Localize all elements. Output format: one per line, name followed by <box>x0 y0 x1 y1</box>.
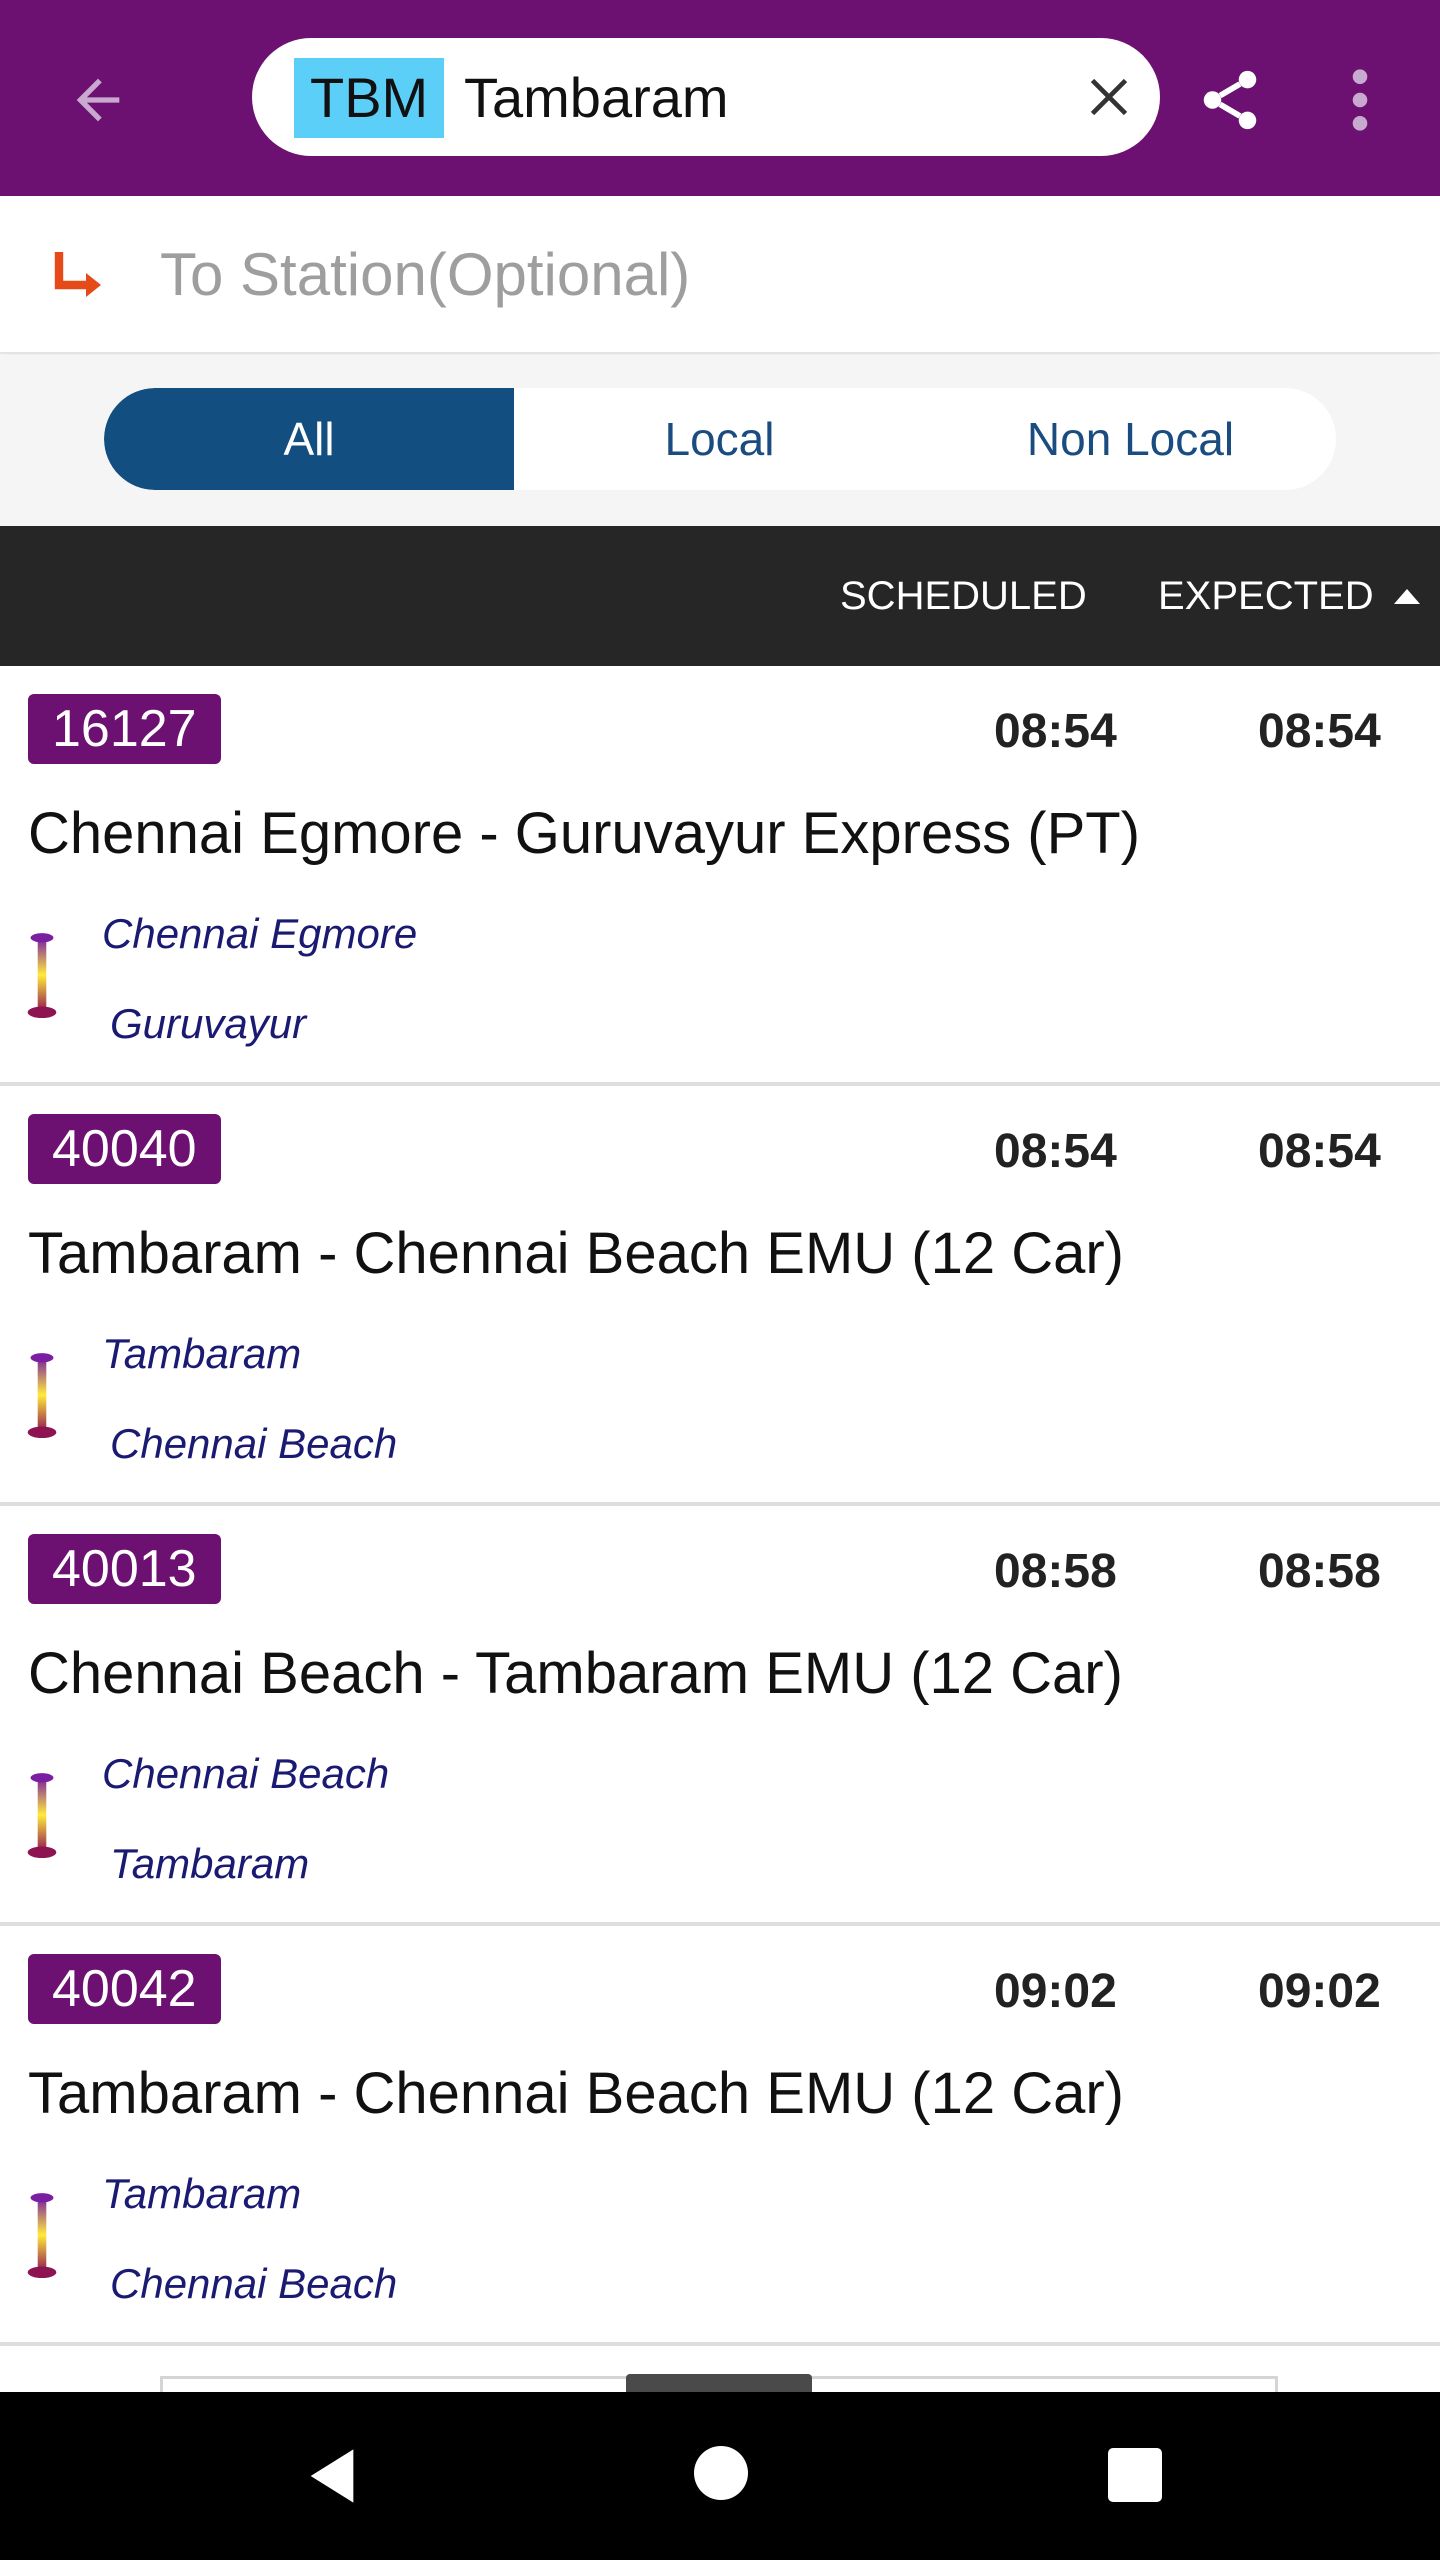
nav-back-icon[interactable] <box>300 2444 364 2508</box>
train-number-badge: 40013 <box>28 1534 221 1604</box>
expected-column-header[interactable]: EXPECTED <box>1158 574 1420 619</box>
clear-search-button[interactable] <box>1074 62 1144 132</box>
train-card[interactable]: 40013 08:58 08:58 Chennai Beach - Tambar… <box>0 1506 1440 1926</box>
origin-station: Chennai Egmore <box>102 910 418 957</box>
close-icon <box>1090 78 1128 116</box>
route-line-icon <box>27 1773 57 1858</box>
scheduled-column-header[interactable]: SCHEDULED <box>840 574 1087 619</box>
drag-handle[interactable] <box>626 2374 812 2392</box>
scheduled-time: 09:02 <box>994 1965 1117 2018</box>
back-arrow-icon <box>76 78 120 122</box>
turn-right-arrow-icon <box>54 252 101 297</box>
origin-station: Tambaram <box>102 2170 302 2217</box>
route-line-icon <box>27 1353 57 1438</box>
filter-local-tab[interactable]: Local <box>514 388 925 490</box>
expected-time: 09:02 <box>1258 1965 1381 2018</box>
share-button[interactable] <box>1186 56 1274 144</box>
nav-home-icon[interactable] <box>694 2446 748 2500</box>
filter-non-local-tab[interactable]: Non Local <box>925 388 1336 490</box>
destination-station: Chennai Beach <box>110 2260 398 2307</box>
more-vert-icon <box>1352 69 1368 131</box>
destination-station: Chennai Beach <box>110 1420 398 1467</box>
to-station-input[interactable] <box>160 232 1360 316</box>
station-name: Tambaram <box>464 66 729 129</box>
expected-label: EXPECTED <box>1158 574 1374 618</box>
train-type-filter: All Local Non Local <box>0 356 1440 526</box>
nav-recents-icon[interactable] <box>1108 2448 1162 2502</box>
segmented-control: All Local Non Local <box>104 388 1336 490</box>
sort-ascending-icon <box>1393 589 1420 604</box>
to-station-row <box>0 196 1440 354</box>
route-line-icon <box>27 933 57 1018</box>
train-number-badge: 40040 <box>28 1114 221 1184</box>
origin-station: Tambaram <box>102 1330 302 1377</box>
train-name: Chennai Beach - Tambaram EMU (12 Car) <box>28 1641 1123 1706</box>
filter-all-tab[interactable]: All <box>104 388 514 490</box>
train-card[interactable]: 40040 08:54 08:54 Tambaram - Chennai Bea… <box>0 1086 1440 1506</box>
app-bar: TBM Tambaram <box>0 0 1440 196</box>
expected-time: 08:54 <box>1258 1125 1381 1178</box>
share-icon <box>1203 70 1257 130</box>
train-list: 16127 08:54 08:54 Chennai Egmore - Guruv… <box>0 666 1440 2346</box>
train-number-badge: 16127 <box>28 694 221 764</box>
expected-time: 08:58 <box>1258 1545 1381 1598</box>
from-station-search[interactable]: TBM Tambaram <box>252 38 1160 156</box>
train-name: Tambaram - Chennai Beach EMU (12 Car) <box>28 2061 1124 2126</box>
more-options-button[interactable] <box>1324 56 1396 144</box>
expected-time: 08:54 <box>1258 705 1381 758</box>
back-button[interactable] <box>58 60 138 140</box>
train-card[interactable]: 16127 08:54 08:54 Chennai Egmore - Guruv… <box>0 666 1440 1086</box>
scheduled-time: 08:54 <box>994 1125 1117 1178</box>
train-card[interactable]: 40042 09:02 09:02 Tambaram - Chennai Bea… <box>0 1926 1440 2346</box>
system-navigation-bar <box>0 2392 1440 2560</box>
train-name: Chennai Egmore - Guruvayur Express (PT) <box>28 801 1141 866</box>
destination-station: Guruvayur <box>110 1000 307 1047</box>
scheduled-time: 08:58 <box>994 1545 1117 1598</box>
list-header: SCHEDULED EXPECTED <box>0 526 1440 666</box>
scheduled-time: 08:54 <box>994 705 1117 758</box>
destination-station: Tambaram <box>110 1840 310 1887</box>
station-code-chip: TBM <box>294 58 445 138</box>
train-number-badge: 40042 <box>28 1954 221 2024</box>
train-name: Tambaram - Chennai Beach EMU (12 Car) <box>28 1221 1124 1286</box>
route-line-icon <box>27 2193 57 2278</box>
origin-station: Chennai Beach <box>102 1750 390 1797</box>
